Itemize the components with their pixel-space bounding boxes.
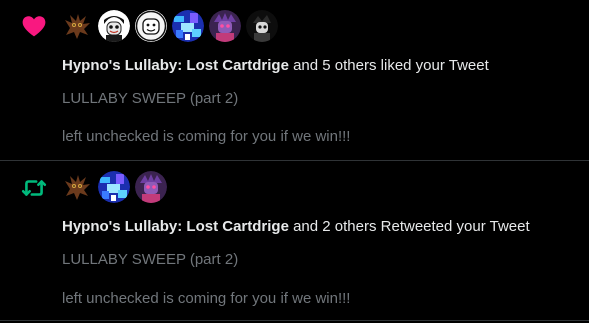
tweet-title: LULLABY SWEEP (part 2) [62, 90, 239, 107]
retweet-icon [21, 175, 47, 201]
tweet-body: left unchecked is coming for you if we w… [62, 290, 351, 307]
action-text: and 5 others liked your Tweet [288, 57, 489, 74]
action-text: and 2 others Retweeted your Tweet [288, 218, 530, 235]
avatar[interactable] [135, 10, 167, 42]
avatar[interactable] [98, 10, 130, 42]
avatar[interactable] [135, 171, 167, 203]
retweeter-avatars [61, 171, 167, 203]
avatar[interactable] [246, 10, 278, 42]
tweet-title: LULLABY SWEEP (part 2) [62, 251, 239, 268]
heart-icon [21, 13, 47, 39]
actor-name[interactable]: Hypno's Lullaby: Lost Cartdrige [62, 218, 289, 235]
liker-avatars [61, 10, 278, 42]
notification-text: Hypno's Lullaby: Lost Cartdrige and 2 ot… [62, 217, 530, 237]
actor-name[interactable]: Hypno's Lullaby: Lost Cartdrige [62, 57, 289, 74]
avatar[interactable] [61, 10, 93, 42]
avatar[interactable] [172, 10, 204, 42]
notification-retweet[interactable]: Hypno's Lullaby: Lost Cartdrige and 2 ot… [0, 161, 589, 319]
notification-text: Hypno's Lullaby: Lost Cartdrige and 5 ot… [62, 56, 489, 76]
notification-like[interactable]: Hypno's Lullaby: Lost Cartdrige and 5 ot… [0, 0, 589, 160]
avatar[interactable] [209, 10, 241, 42]
avatar[interactable] [98, 171, 130, 203]
tweet-body: left unchecked is coming for you if we w… [62, 128, 351, 145]
divider [0, 320, 589, 321]
avatar[interactable] [61, 171, 93, 203]
